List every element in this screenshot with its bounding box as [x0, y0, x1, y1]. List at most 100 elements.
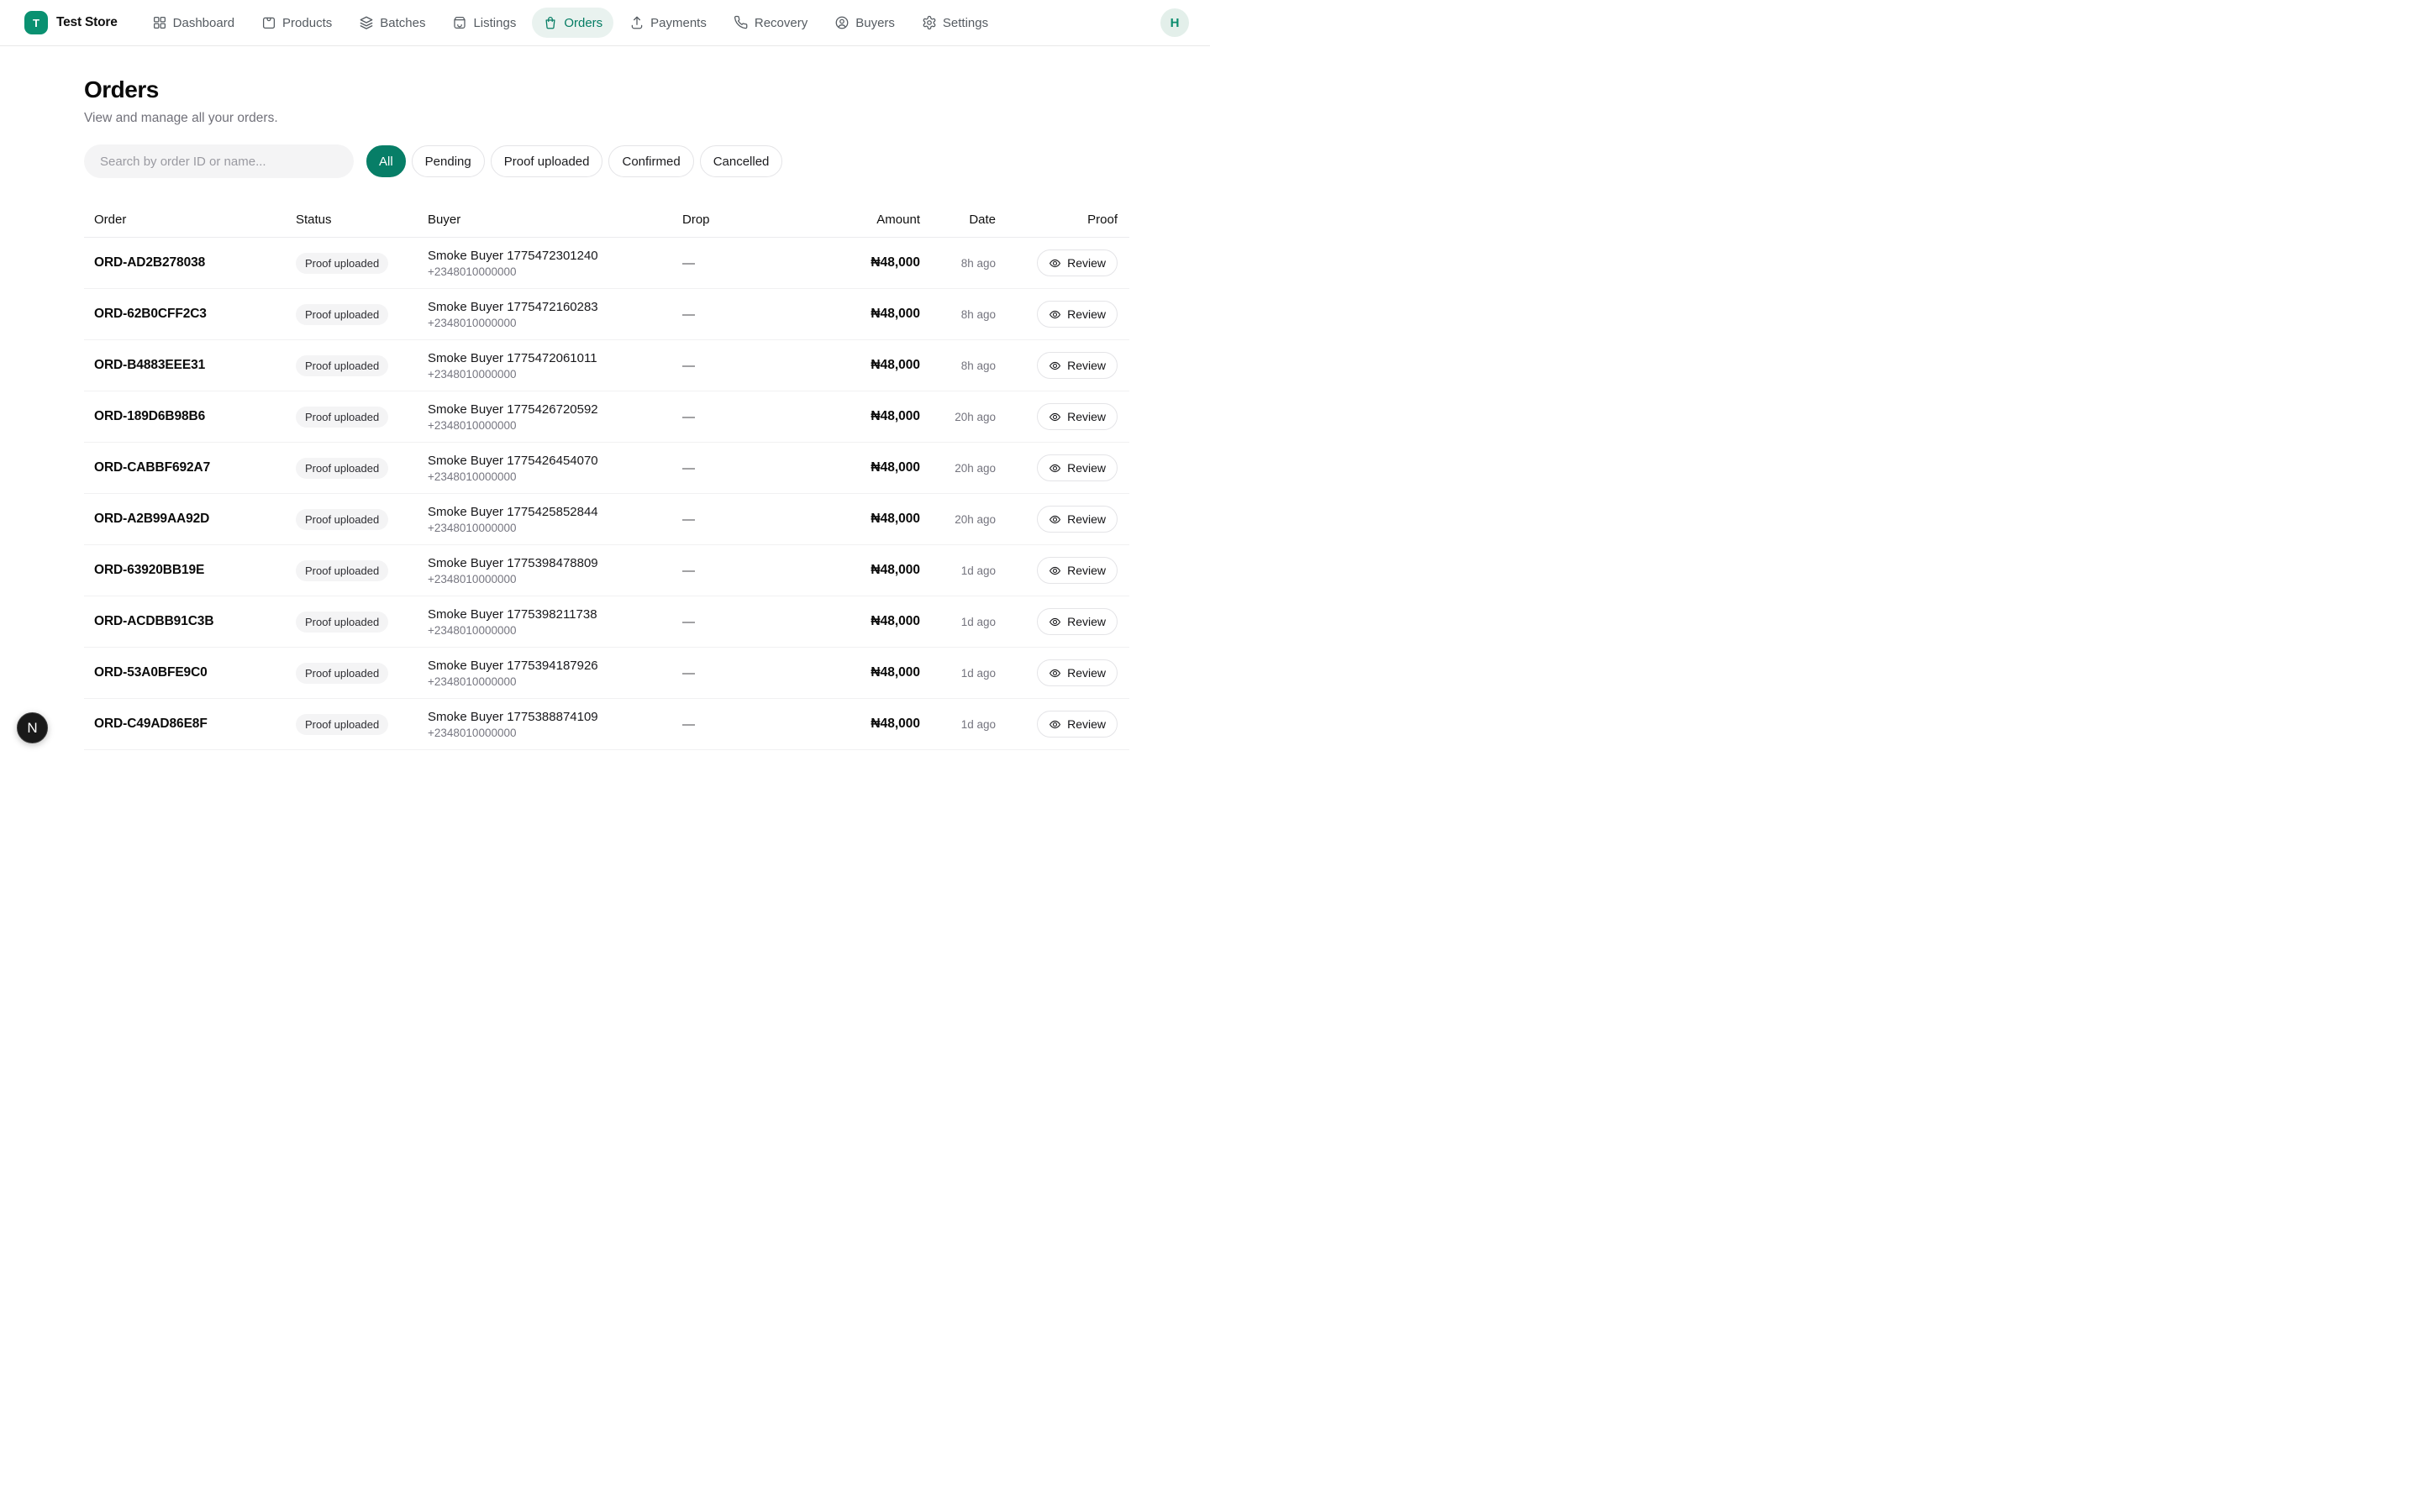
review-button[interactable]: Review [1037, 506, 1118, 533]
buyers-user-icon [834, 15, 850, 30]
order-id: ORD-53A0BFE9C0 [94, 665, 208, 680]
nav-item-label: Buyers [855, 16, 895, 30]
user-avatar-initial: H [1171, 16, 1180, 30]
drop-value: — [682, 256, 792, 270]
amount-value: ₦48,000 [792, 717, 920, 732]
search-input[interactable] [84, 144, 354, 178]
filter-pill-pending[interactable]: Pending [412, 145, 485, 177]
status-badge: Proof uploaded [296, 253, 388, 274]
drop-value: — [682, 410, 792, 424]
table-row: ORD-53A0BFE9C0 Proof uploaded Smoke Buye… [84, 648, 1129, 699]
nav-item-label: Recovery [755, 16, 808, 30]
orders-bag-icon [543, 15, 558, 30]
date-value: 20h ago [920, 513, 996, 526]
recovery-phone-icon [734, 15, 749, 30]
table-row: ORD-A2B99AA92D Proof uploaded Smoke Buye… [84, 494, 1129, 545]
buyer-name: Smoke Buyer 1775394187926 [428, 659, 682, 673]
table-row: ORD-C49AD86E8F Proof uploaded Smoke Buye… [84, 699, 1129, 750]
filter-pill-proof-uploaded[interactable]: Proof uploaded [491, 145, 603, 177]
status-badge: Proof uploaded [296, 663, 388, 684]
review-button[interactable]: Review [1037, 454, 1118, 481]
date-value: 1d ago [920, 718, 996, 731]
buyer-phone: +2348010000000 [428, 265, 682, 278]
eye-icon [1049, 616, 1061, 628]
review-button[interactable]: Review [1037, 659, 1118, 686]
order-id: ORD-62B0CFF2C3 [94, 307, 207, 321]
listings-store-icon [452, 15, 467, 30]
table-row: ORD-62B0CFF2C3 Proof uploaded Smoke Buye… [84, 289, 1129, 340]
nav-item-batches[interactable]: Batches [348, 8, 436, 38]
page-title: Orders [84, 76, 1129, 103]
review-button[interactable]: Review [1037, 301, 1118, 328]
payments-upload-icon [629, 15, 644, 30]
review-button[interactable]: Review [1037, 352, 1118, 379]
drop-value: — [682, 666, 792, 680]
table-row: ORD-B4883EEE31 Proof uploaded Smoke Buye… [84, 340, 1129, 391]
nav-item-buyers[interactable]: Buyers [823, 8, 906, 38]
review-button-label: Review [1067, 410, 1106, 423]
review-button[interactable]: Review [1037, 711, 1118, 738]
review-button[interactable]: Review [1037, 249, 1118, 276]
eye-icon [1049, 257, 1061, 270]
dashboard-grid-icon [152, 15, 167, 30]
dev-overlay-button[interactable]: N [17, 712, 48, 743]
table-row: ORD-189D6B98B6 Proof uploaded Smoke Buye… [84, 391, 1129, 443]
table-row: ORD-ACDBB91C3B Proof uploaded Smoke Buye… [84, 596, 1129, 648]
order-id: ORD-CABBF692A7 [94, 460, 210, 475]
status-badge: Proof uploaded [296, 509, 388, 530]
filter-pill-all[interactable]: All [366, 145, 406, 177]
nav-item-payments[interactable]: Payments [618, 8, 718, 38]
nav-item-label: Listings [473, 16, 516, 30]
date-value: 8h ago [920, 257, 996, 270]
buyer-phone: +2348010000000 [428, 522, 682, 534]
table-row: ORD-AD2B278038 Proof uploaded Smoke Buye… [84, 238, 1129, 289]
table-row: ORD-63920BB19E Proof uploaded Smoke Buye… [84, 545, 1129, 596]
drop-value: — [682, 717, 792, 732]
store-logo: T [24, 11, 48, 34]
eye-icon [1049, 462, 1061, 475]
column-header-amount: Amount [792, 213, 920, 227]
nav-item-products[interactable]: Products [250, 8, 343, 38]
store-logo-letter: T [33, 17, 39, 29]
status-badge: Proof uploaded [296, 612, 388, 633]
review-button[interactable]: Review [1037, 403, 1118, 430]
nav-item-settings[interactable]: Settings [911, 8, 999, 38]
review-button[interactable]: Review [1037, 608, 1118, 635]
date-value: 8h ago [920, 308, 996, 321]
buyer-phone: +2348010000000 [428, 573, 682, 585]
nav-item-recovery[interactable]: Recovery [723, 8, 818, 38]
amount-value: ₦48,000 [792, 563, 920, 578]
nav-item-label: Products [282, 16, 332, 30]
eye-icon [1049, 411, 1061, 423]
user-avatar[interactable]: H [1160, 8, 1189, 37]
status-badge: Proof uploaded [296, 355, 388, 376]
column-header-order: Order [94, 213, 296, 227]
filter-pill-cancelled[interactable]: Cancelled [700, 145, 783, 177]
date-value: 20h ago [920, 411, 996, 423]
nav-item-label: Orders [564, 16, 602, 30]
column-header-buyer: Buyer [428, 213, 682, 227]
status-badge: Proof uploaded [296, 407, 388, 428]
drop-value: — [682, 564, 792, 578]
order-id: ORD-189D6B98B6 [94, 409, 205, 423]
nav-item-listings[interactable]: Listings [441, 8, 527, 38]
review-button[interactable]: Review [1037, 557, 1118, 584]
buyer-name: Smoke Buyer 1775398211738 [428, 607, 682, 622]
buyer-phone: +2348010000000 [428, 368, 682, 381]
column-header-drop: Drop [682, 213, 792, 227]
filter-pill-confirmed[interactable]: Confirmed [608, 145, 693, 177]
brand-link[interactable]: T Test Store [24, 11, 118, 34]
nav-item-dashboard[interactable]: Dashboard [141, 8, 245, 38]
eye-icon [1049, 564, 1061, 577]
settings-gear-icon [922, 15, 937, 30]
order-id: ORD-A2B99AA92D [94, 512, 209, 526]
date-value: 1d ago [920, 667, 996, 680]
status-badge: Proof uploaded [296, 560, 388, 581]
products-package-icon [261, 15, 276, 30]
buyer-name: Smoke Buyer 1775426454070 [428, 454, 682, 468]
nav-item-orders[interactable]: Orders [532, 8, 613, 38]
order-id: ORD-C49AD86E8F [94, 717, 208, 731]
dev-overlay-letter: N [27, 720, 37, 737]
nav-item-label: Payments [650, 16, 707, 30]
nav-item-label: Batches [380, 16, 425, 30]
